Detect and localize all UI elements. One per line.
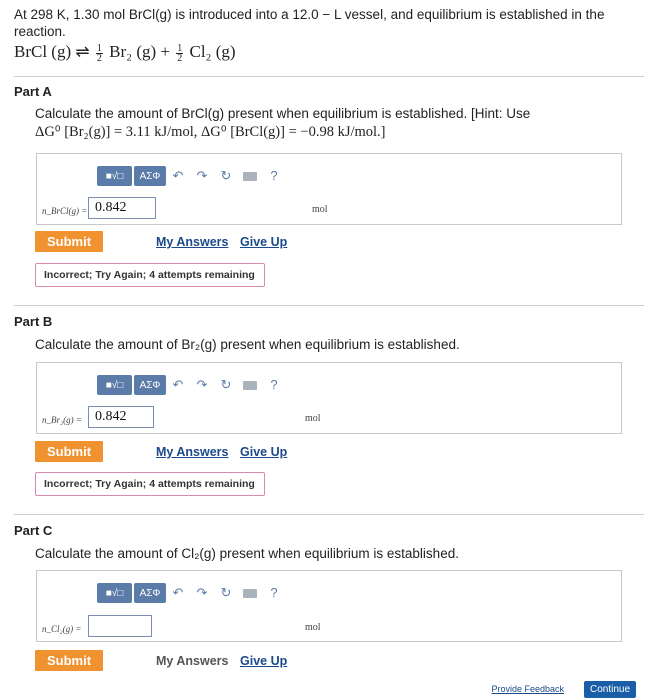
divider bbox=[14, 76, 644, 77]
part-b-answer-input[interactable]: 0.842 bbox=[88, 406, 154, 428]
part-a-feedback: Incorrect; Try Again; 4 attempts remaini… bbox=[35, 263, 265, 287]
part-c-toolbar: ■√□ ΑΣΦ ↶ ↷ ↻ ? bbox=[97, 583, 286, 603]
product-br2: Br₂ (g) bbox=[109, 42, 157, 61]
part-a-give-up-link[interactable]: Give Up bbox=[240, 235, 287, 249]
keyboard-icon[interactable] bbox=[238, 171, 262, 181]
undo-icon[interactable]: ↶ bbox=[166, 583, 190, 603]
reset-icon[interactable]: ↻ bbox=[214, 583, 238, 603]
fraction-half-cl2: 12 bbox=[176, 42, 184, 64]
part-a-question: Calculate the amount of BrCl(g) present … bbox=[35, 105, 635, 141]
part-b-variable-label: n_Br₂(g) = bbox=[42, 415, 82, 425]
equilibrium-arrow: ⇌ bbox=[75, 42, 90, 61]
redo-icon[interactable]: ↷ bbox=[190, 375, 214, 395]
redo-icon[interactable]: ↷ bbox=[190, 583, 214, 603]
part-b-toolbar: ■√□ ΑΣΦ ↶ ↷ ↻ ? bbox=[97, 375, 286, 395]
part-c-title: Part C bbox=[14, 523, 53, 538]
greek-symbols-button[interactable]: ΑΣΦ bbox=[134, 166, 166, 186]
provide-feedback-link[interactable]: Provide Feedback bbox=[491, 684, 564, 694]
part-a-variable-label: n_BrCl(g) = bbox=[42, 206, 88, 216]
part-c-question: Calculate the amount of Cl₂(g) present w… bbox=[35, 546, 459, 561]
problem-intro: At 298 K, 1.30 mol BrCl(g) is introduced… bbox=[14, 7, 605, 39]
part-a-hint: ΔG⁰ [Br₂(g)] = 3.11 kJ/mol, ΔG⁰ [BrCl(g)… bbox=[35, 124, 386, 140]
part-a-unit: mol bbox=[312, 204, 328, 215]
help-icon[interactable]: ? bbox=[262, 166, 286, 186]
reactant-brcl: BrCl (g) bbox=[14, 42, 72, 61]
part-a-toolbar: ■√□ ΑΣΦ ↶ ↷ ↻ ? bbox=[97, 166, 286, 186]
reset-icon[interactable]: ↻ bbox=[214, 166, 238, 186]
part-a-answer-input[interactable]: 0.842 bbox=[88, 197, 156, 219]
reaction-equation: BrCl (g) ⇌ 12 Br₂ (g) + 12 Cl₂ (g) bbox=[14, 42, 236, 63]
part-b-title: Part B bbox=[14, 314, 53, 329]
part-b-give-up-link[interactable]: Give Up bbox=[240, 445, 287, 459]
undo-icon[interactable]: ↶ bbox=[166, 375, 190, 395]
part-c-unit: mol bbox=[305, 622, 321, 633]
help-icon[interactable]: ? bbox=[262, 583, 286, 603]
greek-symbols-button[interactable]: ΑΣΦ bbox=[134, 375, 166, 395]
part-c-give-up-link[interactable]: Give Up bbox=[240, 654, 287, 668]
part-b-feedback: Incorrect; Try Again; 4 attempts remaini… bbox=[35, 472, 265, 496]
plus-sign: + bbox=[160, 42, 170, 61]
redo-icon[interactable]: ↷ bbox=[190, 166, 214, 186]
part-b-my-answers-link[interactable]: My Answers bbox=[156, 445, 228, 459]
part-c-my-answers-link[interactable]: My Answers bbox=[156, 654, 228, 668]
greek-symbols-button[interactable]: ΑΣΦ bbox=[134, 583, 166, 603]
divider bbox=[14, 514, 644, 515]
part-b-submit-button[interactable]: Submit bbox=[35, 441, 103, 462]
help-icon[interactable]: ? bbox=[262, 375, 286, 395]
part-c-answer-input[interactable] bbox=[88, 615, 152, 637]
part-a-question-text: Calculate the amount of BrCl(g) present … bbox=[35, 106, 531, 121]
part-c-variable-label: n_Cl₂(g) = bbox=[42, 624, 82, 634]
part-a-submit-button[interactable]: Submit bbox=[35, 231, 103, 252]
part-c-submit-button[interactable]: Submit bbox=[35, 650, 103, 671]
divider bbox=[14, 305, 644, 306]
part-a-title: Part A bbox=[14, 84, 52, 99]
continue-button[interactable]: Continue bbox=[584, 681, 636, 698]
undo-icon[interactable]: ↶ bbox=[166, 166, 190, 186]
reset-icon[interactable]: ↻ bbox=[214, 375, 238, 395]
part-b-question: Calculate the amount of Br₂(g) present w… bbox=[35, 337, 460, 352]
keyboard-icon[interactable] bbox=[238, 380, 262, 390]
product-cl2: Cl₂ (g) bbox=[189, 42, 236, 61]
templates-button[interactable]: ■√□ bbox=[97, 583, 132, 603]
part-b-unit: mol bbox=[305, 413, 321, 424]
templates-button[interactable]: ■√□ bbox=[97, 375, 132, 395]
templates-button[interactable]: ■√□ bbox=[97, 166, 132, 186]
fraction-half-br2: 12 bbox=[95, 42, 103, 64]
keyboard-icon[interactable] bbox=[238, 588, 262, 598]
part-a-my-answers-link[interactable]: My Answers bbox=[156, 235, 228, 249]
